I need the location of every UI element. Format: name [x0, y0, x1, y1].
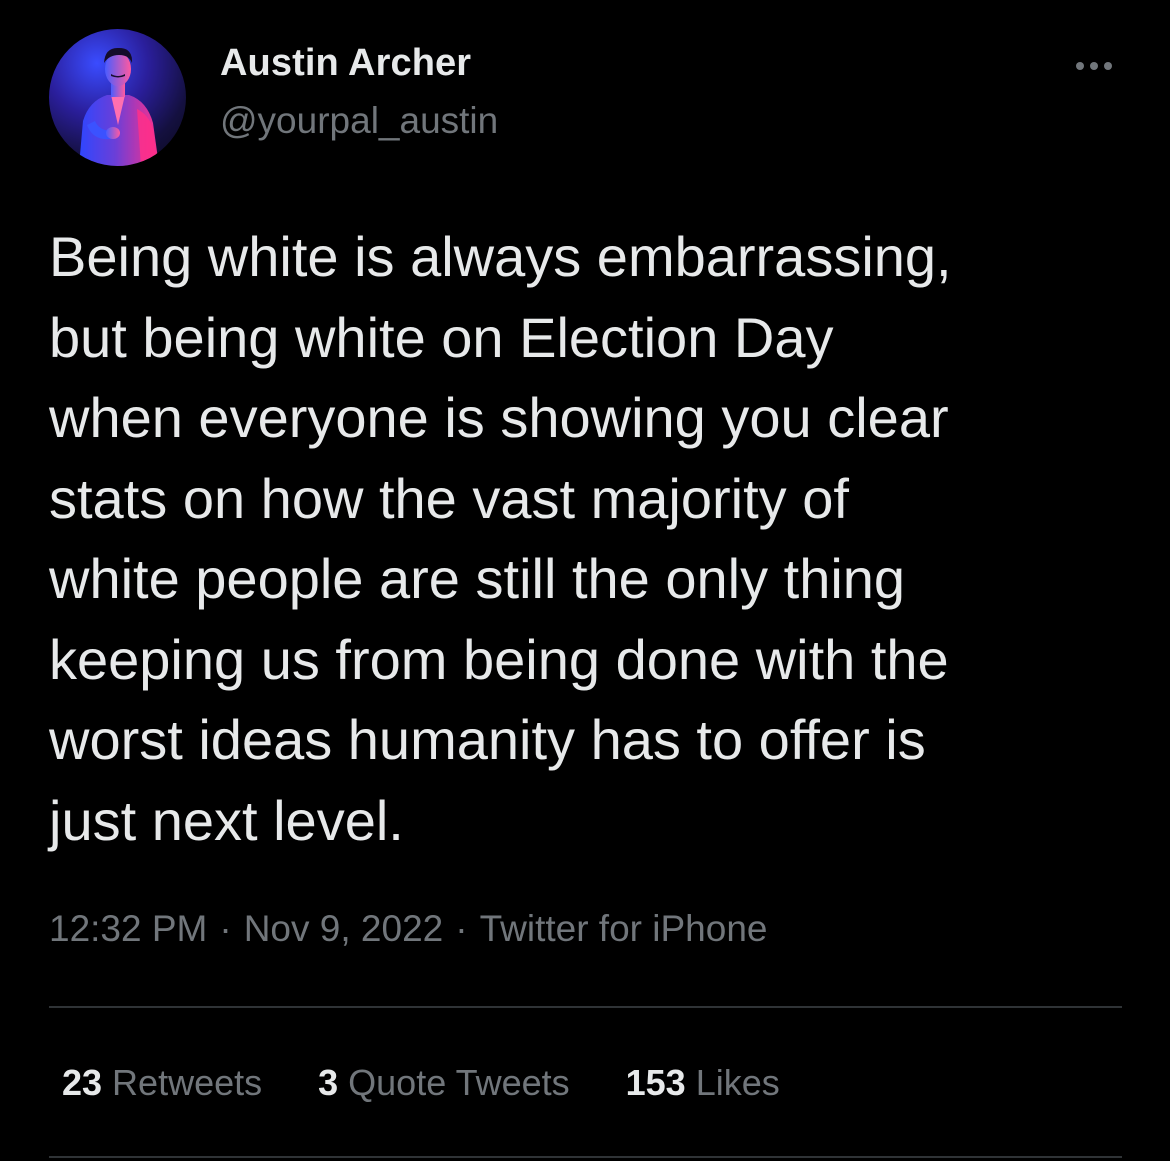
- avatar-image: [79, 47, 159, 166]
- divider: [49, 1156, 1122, 1158]
- tweet-time[interactable]: 12:32 PM: [49, 908, 207, 949]
- meta-separator: ·: [219, 908, 232, 949]
- retweets-label: Retweets: [112, 1062, 263, 1103]
- more-options-button[interactable]: [1066, 46, 1122, 86]
- divider: [49, 1006, 1122, 1008]
- author-handle[interactable]: @yourpal_austin: [220, 100, 498, 142]
- tweet-detail: Austin Archer @yourpal_austin Being whit…: [0, 0, 1170, 1161]
- tweet-meta: 12:32 PM · Nov 9, 2022 · Twitter for iPhone: [49, 908, 767, 950]
- retweets-count: 23: [62, 1062, 103, 1103]
- engagement-stats: 23 Retweets 3 Quote Tweets 153 Likes: [62, 1062, 780, 1104]
- author-display-name[interactable]: Austin Archer: [220, 42, 471, 85]
- avatar[interactable]: [49, 29, 186, 166]
- more-horizontal-icon: [1076, 62, 1084, 70]
- quote-tweets-stat[interactable]: 3 Quote Tweets: [318, 1062, 570, 1104]
- quote-tweets-count: 3: [318, 1062, 339, 1103]
- retweets-stat[interactable]: 23 Retweets: [62, 1062, 262, 1104]
- tweet-text-line: Being white is always embarrassing,: [49, 225, 952, 288]
- tweet-text-line: worst ideas humanity has to offer is: [49, 708, 926, 771]
- tweet-text-line: stats on how the vast majority of: [49, 466, 849, 530]
- more-horizontal-icon-dot: [1090, 62, 1098, 70]
- tweet-text-line: just next level.: [49, 788, 404, 852]
- tweet-text-line: keeping us from being done with the: [49, 627, 949, 691]
- more-horizontal-icon-dot: [1104, 62, 1112, 70]
- tweet-text-line: when everyone is showing you clear: [49, 386, 949, 449]
- tweet-text: Being white is always embarrassing, but …: [49, 217, 1139, 861]
- likes-count: 153: [625, 1062, 686, 1103]
- likes-label: Likes: [695, 1062, 780, 1103]
- tweet-text-line: white people are still the only thing: [49, 547, 906, 610]
- likes-stat[interactable]: 153 Likes: [626, 1062, 780, 1104]
- tweet-date[interactable]: Nov 9, 2022: [244, 908, 444, 949]
- tweet-text-line: but being white on Election Day: [49, 305, 834, 369]
- tweet-source[interactable]: Twitter for iPhone: [480, 908, 768, 949]
- quote-tweets-label: Quote Tweets: [348, 1062, 570, 1103]
- meta-separator: ·: [455, 908, 468, 949]
